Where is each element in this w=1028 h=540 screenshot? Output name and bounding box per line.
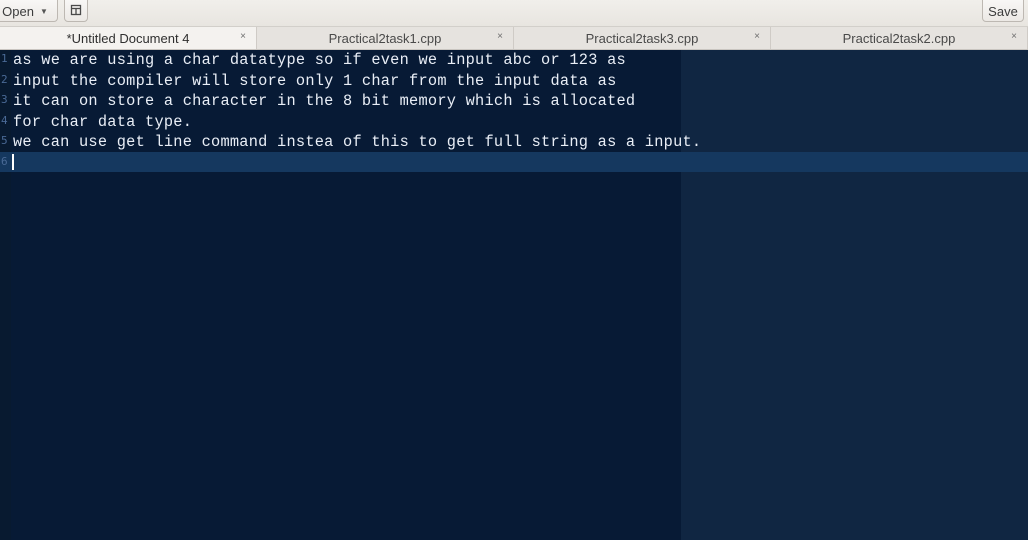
tab-label: Practical2task2.cpp — [842, 30, 956, 46]
tab-practical2task2[interactable]: Practical2task2.cpp × — [771, 27, 1028, 49]
line-number: 2 — [1, 72, 8, 86]
text-line[interactable]: 4 for char data type. — [0, 112, 1028, 133]
close-icon[interactable]: × — [497, 31, 503, 42]
text-editor-window: Open ▼ Save *Untitled Document 4 × Pract… — [0, 0, 1028, 540]
document-tabs: *Untitled Document 4 × Practical2task1.c… — [0, 27, 1028, 50]
tab-practical2task1[interactable]: Practical2task1.cpp × — [257, 27, 514, 49]
chevron-down-icon: ▼ — [39, 6, 48, 16]
line-number: 5 — [1, 134, 8, 147]
line-number: 1 — [1, 52, 8, 65]
tab-untitled-document-4[interactable]: *Untitled Document 4 × — [0, 27, 257, 49]
close-icon[interactable]: × — [754, 31, 760, 42]
line-text: for char data type. — [13, 112, 193, 131]
header-bar: Open ▼ Save — [0, 0, 1028, 27]
text-cursor — [12, 154, 14, 170]
line-number: 6 — [1, 154, 8, 168]
text-line[interactable]: 5 we can use get line command instea of … — [0, 132, 1028, 153]
line-text: input the compiler will store only 1 cha… — [13, 71, 617, 90]
tab-label: Practical2task3.cpp — [585, 30, 699, 46]
tab-label: *Untitled Document 4 — [66, 30, 190, 46]
new-tab-button[interactable] — [64, 0, 88, 22]
text-line[interactable]: 2 input the compiler will store only 1 c… — [0, 71, 1028, 92]
line-text: it can on store a character in the 8 bit… — [13, 92, 636, 110]
tab-practical2task3[interactable]: Practical2task3.cpp × — [514, 27, 771, 49]
text-line[interactable]: 6 — [0, 153, 1028, 174]
pin-icon — [70, 4, 82, 19]
text-editor-area[interactable]: 1 as we are using a char datatype so if … — [0, 50, 1028, 540]
text-lines: 1 as we are using a char datatype so if … — [0, 50, 1028, 173]
open-button-label: Open — [2, 3, 34, 19]
save-button-label: Save — [988, 3, 1018, 19]
open-button[interactable]: Open ▼ — [0, 0, 58, 22]
close-icon[interactable]: × — [240, 31, 246, 42]
text-line[interactable]: 3 it can on store a character in the 8 b… — [0, 91, 1028, 112]
save-button[interactable]: Save — [982, 0, 1024, 22]
line-text: we can use get line command instea of th… — [13, 133, 702, 151]
line-text: as we are using a char datatype so if ev… — [13, 51, 626, 69]
line-number: 3 — [1, 93, 8, 106]
line-number: 4 — [1, 113, 8, 127]
tab-label: Practical2task1.cpp — [328, 30, 442, 46]
text-line[interactable]: 1 as we are using a char datatype so if … — [0, 50, 1028, 71]
close-icon[interactable]: × — [1011, 31, 1017, 42]
